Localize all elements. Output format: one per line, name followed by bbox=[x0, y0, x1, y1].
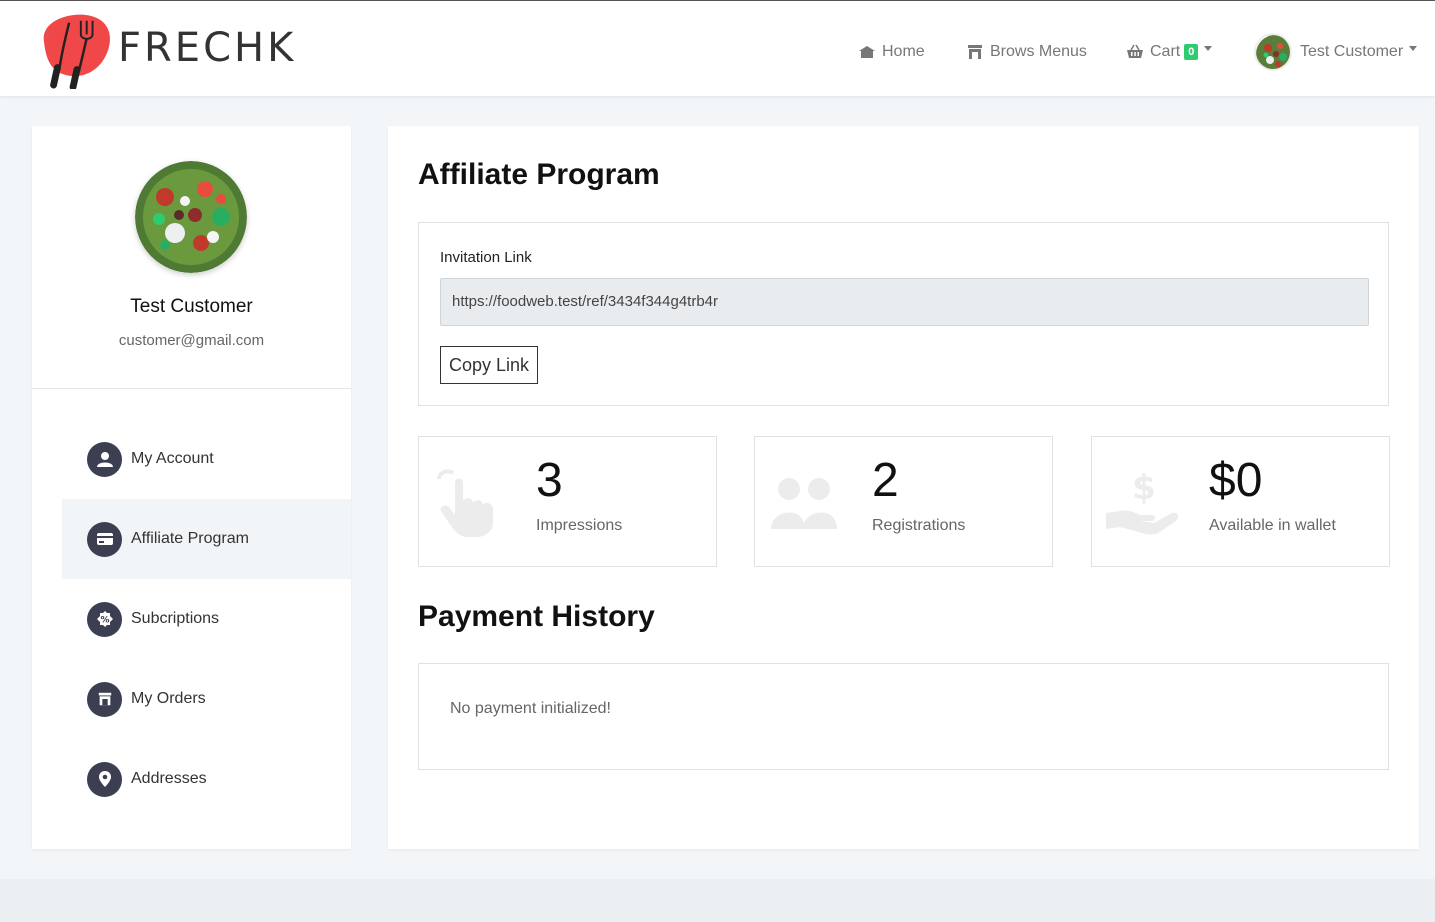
users-icon bbox=[771, 478, 837, 529]
sidebar-item-label: Subcriptions bbox=[131, 610, 220, 627]
nav-cart-label: Cart bbox=[1150, 43, 1181, 60]
card-icon bbox=[87, 521, 122, 557]
salad-avatar-icon bbox=[1256, 35, 1290, 69]
stat-label: Registrations bbox=[872, 517, 966, 534]
chevron-down-icon bbox=[1409, 45, 1418, 51]
top-navbar: FRECHK Home Brows Menus Cart 0 Test Cust… bbox=[0, 0, 1435, 96]
cart-count-badge: 0 bbox=[1184, 44, 1199, 60]
stat-value: 2 bbox=[872, 454, 899, 507]
payment-history-empty-message: No payment initialized! bbox=[450, 700, 611, 717]
stat-label: Available in wallet bbox=[1209, 517, 1336, 534]
profile-name: Test Customer bbox=[130, 296, 253, 317]
stat-registrations: 2 Registrations bbox=[754, 436, 1053, 567]
nav-user-label: Test Customer bbox=[1300, 43, 1404, 60]
nav-menus-link[interactable]: Brows Menus bbox=[966, 4, 1087, 100]
basket-icon bbox=[1127, 44, 1143, 58]
invitation-link-card: Invitation Link https://foodweb.test/ref… bbox=[418, 222, 1389, 406]
sidebar-item-label: Addresses bbox=[131, 770, 207, 787]
sidebar-item-my-orders[interactable]: My Orders bbox=[62, 659, 351, 739]
divider bbox=[32, 388, 351, 389]
stat-value: 3 bbox=[536, 454, 563, 507]
nav-cart-dropdown[interactable]: Cart 0 bbox=[1126, 4, 1213, 100]
page-title: Affiliate Program bbox=[418, 158, 660, 191]
badge-percent-icon: % bbox=[87, 601, 122, 637]
map-pin-icon bbox=[87, 761, 122, 797]
svg-text:%: % bbox=[100, 616, 109, 626]
chevron-down-icon bbox=[1204, 45, 1213, 51]
copy-link-button[interactable]: Copy Link bbox=[440, 346, 538, 384]
stat-impressions: 3 Impressions bbox=[418, 436, 717, 567]
user-icon bbox=[87, 441, 122, 477]
logo-icon bbox=[43, 14, 111, 89]
sidebar-item-label: My Account bbox=[131, 450, 214, 467]
profile-avatar bbox=[135, 161, 247, 273]
profile-email: customer@gmail.com bbox=[118, 332, 265, 349]
nav-home-link[interactable]: Home bbox=[858, 4, 925, 100]
hand-dollar-icon: $ bbox=[1106, 468, 1178, 535]
home-icon bbox=[859, 46, 875, 58]
sidebar-item-addresses[interactable]: Addresses bbox=[62, 739, 351, 819]
invitation-link-field[interactable]: https://foodweb.test/ref/3434f344g4trb4r bbox=[440, 278, 1369, 326]
sidebar-item-label: My Orders bbox=[131, 690, 206, 707]
profile-sidebar: Test Customer customer@gmail.com My Acco… bbox=[32, 126, 351, 849]
stat-wallet: $ $0 Available in wallet bbox=[1091, 436, 1390, 567]
stat-value: $0 bbox=[1209, 454, 1263, 507]
store-icon bbox=[968, 45, 982, 59]
sidebar-item-affiliate-program[interactable]: Affiliate Program bbox=[62, 499, 351, 579]
nav-menus-label: Brows Menus bbox=[990, 43, 1087, 60]
avatar bbox=[1254, 33, 1292, 71]
brand-name: FRECHK bbox=[118, 25, 297, 71]
store-icon bbox=[87, 681, 122, 717]
nav-home-label: Home bbox=[882, 43, 925, 60]
affiliate-content: Affiliate Program Invitation Link https:… bbox=[388, 126, 1419, 849]
salad-image bbox=[135, 161, 247, 273]
payment-history-title: Payment History bbox=[418, 600, 655, 633]
pointer-hand-icon bbox=[437, 469, 493, 537]
payment-history-card: No payment initialized! bbox=[418, 663, 1389, 770]
sidebar-item-subscriptions[interactable]: % Subcriptions bbox=[62, 579, 351, 659]
stat-label: Impressions bbox=[536, 517, 623, 534]
invitation-link-label: Invitation Link bbox=[440, 249, 532, 266]
svg-text:$: $ bbox=[1132, 468, 1156, 508]
sidebar-item-my-account[interactable]: My Account bbox=[62, 419, 351, 499]
brand-logo[interactable]: FRECHK bbox=[36, 9, 293, 91]
nav-user-dropdown[interactable]: Test Customer bbox=[1254, 4, 1418, 100]
footer bbox=[0, 879, 1435, 922]
sidebar-item-label: Affiliate Program bbox=[131, 530, 249, 547]
